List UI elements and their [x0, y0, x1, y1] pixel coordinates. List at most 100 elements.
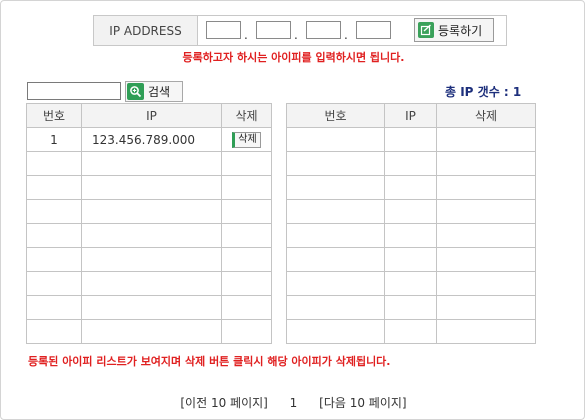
next-page-link[interactable]: [다음 10 페이지]: [319, 396, 406, 410]
ip-octet-4-input[interactable]: [356, 21, 391, 39]
row-ip: [81, 175, 222, 200]
list-hint: 등록된 아이피 리스트가 보여지며 삭제 버튼 클릭시 해당 아이피가 삭제됩니…: [28, 355, 391, 368]
table-row: [26, 295, 272, 320]
ip-octet-2-input[interactable]: [256, 21, 291, 39]
row-delete-cell: [221, 223, 272, 248]
ip-address-label: IP ADDRESS: [94, 16, 198, 45]
row-number: [286, 319, 385, 344]
row-number: [286, 223, 385, 248]
row-ip: [384, 151, 437, 176]
row-ip: [81, 223, 222, 248]
ip-list-table-left: 번호 IP 삭제 1 123.456.789.000 삭제: [26, 103, 272, 344]
row-ip: [384, 295, 437, 320]
row-ip: [81, 199, 222, 224]
row-number: [26, 175, 82, 200]
row-ip: 123.456.789.000: [81, 127, 222, 152]
ip-separator: .: [244, 28, 248, 42]
row-number: [26, 295, 82, 320]
row-ip: [384, 319, 437, 344]
row-delete-cell: [221, 247, 272, 272]
ip-separator: .: [294, 28, 298, 42]
main-panel: IP ADDRESS . . . 등록하기 등록하고자 하시는 아이피를 입력하…: [0, 0, 585, 420]
row-delete-cell: [221, 151, 272, 176]
table-header-row: 번호 IP 삭제: [26, 103, 272, 128]
ip-list-table-right: 번호 IP 삭제: [286, 103, 536, 344]
current-page: 1: [289, 396, 298, 410]
register-hint: 등록하고자 하시는 아이피를 입력하시면 됩니다.: [182, 51, 405, 64]
table-row: [286, 295, 536, 320]
ip-separator: .: [344, 28, 348, 42]
row-number: [286, 151, 385, 176]
row-number: [26, 223, 82, 248]
row-ip: [384, 271, 437, 296]
register-button[interactable]: 등록하기: [414, 18, 494, 42]
row-ip: [384, 175, 437, 200]
header-delete: 삭제: [221, 103, 272, 128]
table-row: [26, 319, 272, 344]
row-number: [26, 247, 82, 272]
ip-octet-3-input[interactable]: [306, 21, 341, 39]
table-header-row: 번호 IP 삭제: [286, 103, 536, 128]
row-ip: [384, 223, 437, 248]
table-row: [286, 319, 536, 344]
ip-count: 총 IP 갯수 : 1: [445, 85, 522, 99]
row-delete-cell: [436, 127, 536, 152]
pagination: [이전 10 페이지] 1 [다음 10 페이지]: [1, 394, 585, 411]
table-row: [26, 271, 272, 296]
search-button[interactable]: 검색: [125, 81, 183, 102]
table-row: [26, 199, 272, 224]
row-delete-cell: [436, 271, 536, 296]
row-number: [286, 127, 385, 152]
row-delete-cell: [436, 295, 536, 320]
table-row: [286, 175, 536, 200]
row-ip: [384, 127, 437, 152]
table-row: [26, 151, 272, 176]
table-row: [286, 223, 536, 248]
row-delete-cell: [436, 223, 536, 248]
delete-button[interactable]: 삭제: [232, 131, 261, 148]
row-ip: [81, 247, 222, 272]
row-delete-cell: [221, 319, 272, 344]
prev-page-link[interactable]: [이전 10 페이지]: [180, 396, 267, 410]
row-delete-cell: [221, 271, 272, 296]
register-button-label: 등록하기: [438, 23, 483, 38]
row-number: [26, 319, 82, 344]
row-number: [26, 151, 82, 176]
row-delete-cell: [436, 151, 536, 176]
table-row: [286, 151, 536, 176]
header-delete: 삭제: [436, 103, 536, 128]
row-number: [286, 175, 385, 200]
ip-octet-1-input[interactable]: [206, 21, 241, 39]
ip-entry-bar: IP ADDRESS . . . 등록하기: [93, 15, 507, 46]
row-delete-cell: [436, 175, 536, 200]
table-row: [26, 175, 272, 200]
magnifier-icon: [127, 83, 144, 100]
register-icon: [418, 22, 434, 38]
row-ip: [81, 151, 222, 176]
row-number: [286, 247, 385, 272]
row-ip: [384, 247, 437, 272]
table-row: [286, 247, 536, 272]
row-ip: [81, 319, 222, 344]
row-delete-cell: 삭제: [221, 127, 272, 152]
row-ip: [81, 271, 222, 296]
row-ip: [81, 295, 222, 320]
row-delete-cell: [436, 319, 536, 344]
row-delete-cell: [436, 199, 536, 224]
row-delete-cell: [436, 247, 536, 272]
header-no: 번호: [286, 103, 385, 128]
header-no: 번호: [26, 103, 82, 128]
table-row: [286, 271, 536, 296]
search-input[interactable]: [27, 82, 121, 100]
row-number: [26, 271, 82, 296]
table-row: [286, 199, 536, 224]
header-ip: IP: [384, 103, 437, 128]
row-number: [286, 271, 385, 296]
table-row: [286, 127, 536, 152]
search-button-label: 검색: [148, 85, 171, 99]
row-delete-cell: [221, 175, 272, 200]
table-row: [26, 247, 272, 272]
table-row: 1 123.456.789.000 삭제: [26, 127, 272, 152]
row-number: [26, 199, 82, 224]
row-delete-cell: [221, 295, 272, 320]
